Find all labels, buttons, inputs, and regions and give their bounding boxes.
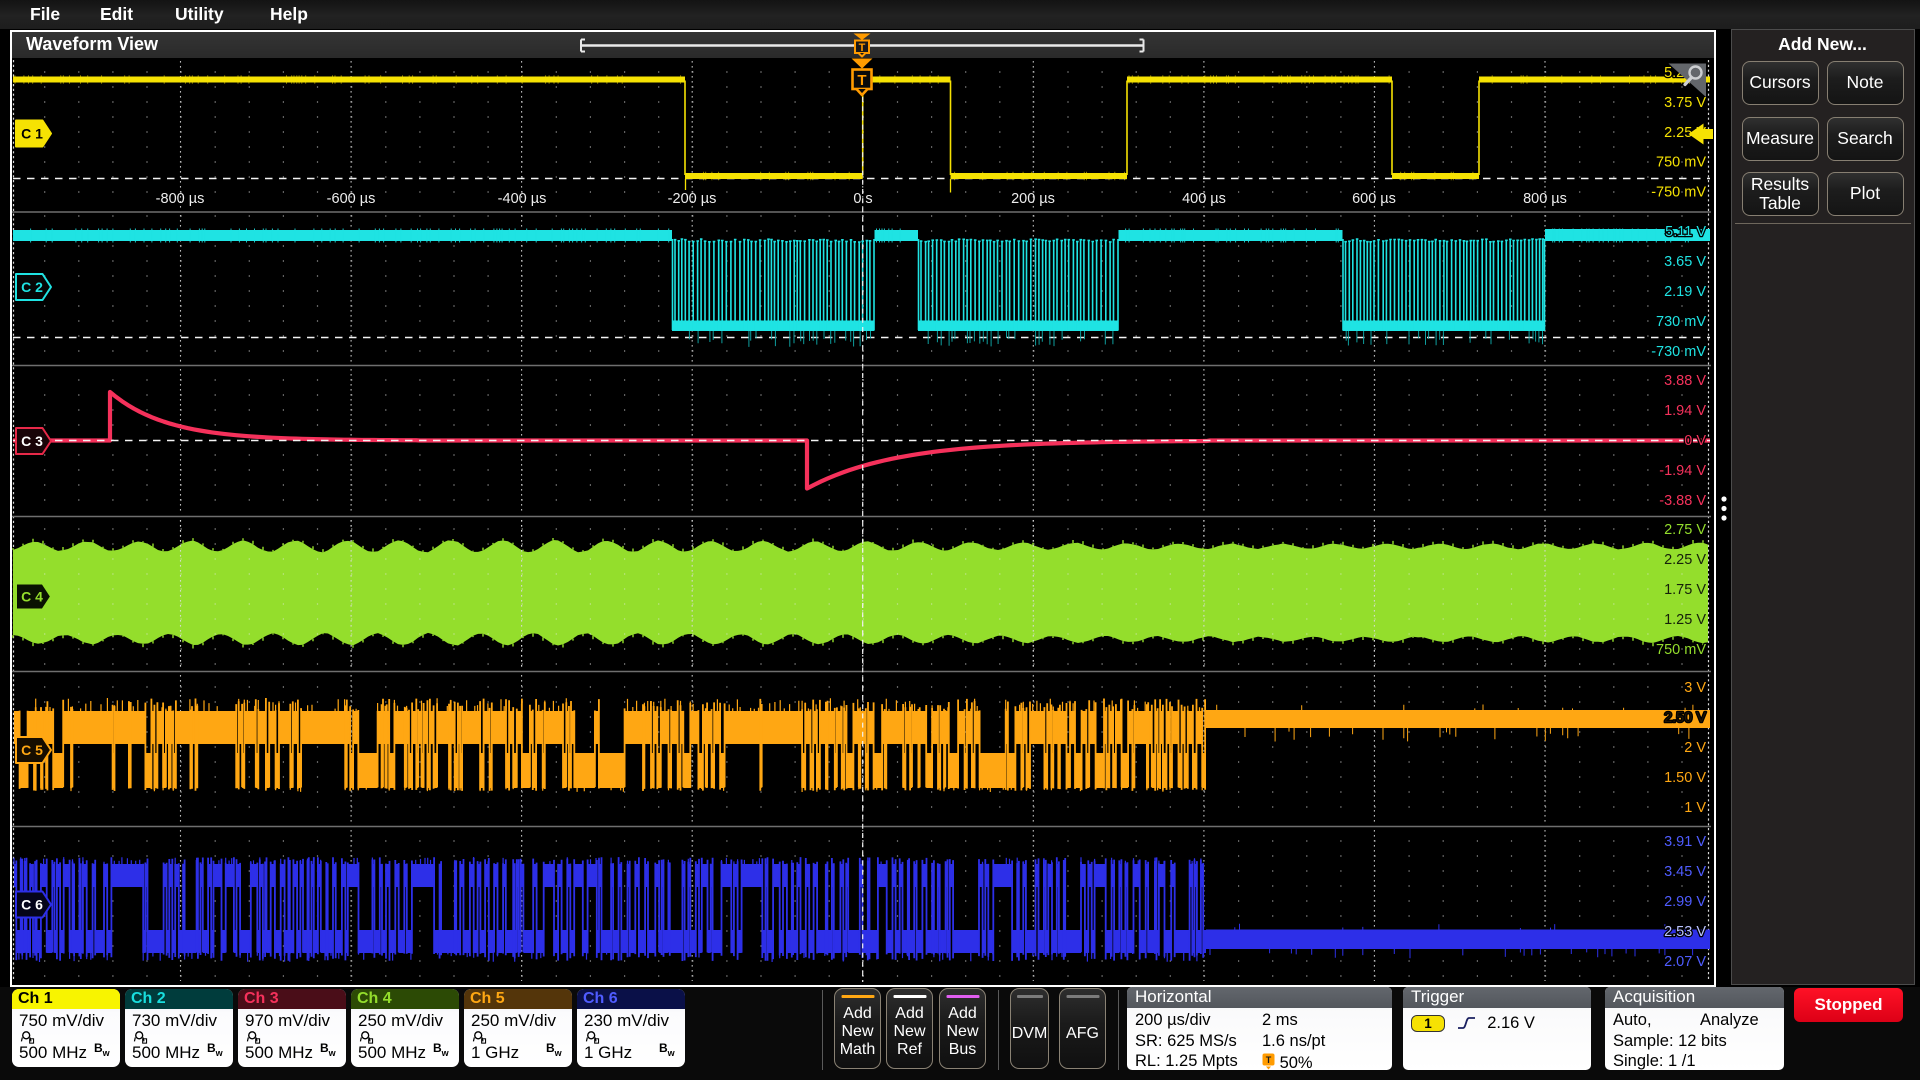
svg-text:T: T [1266,1055,1272,1065]
